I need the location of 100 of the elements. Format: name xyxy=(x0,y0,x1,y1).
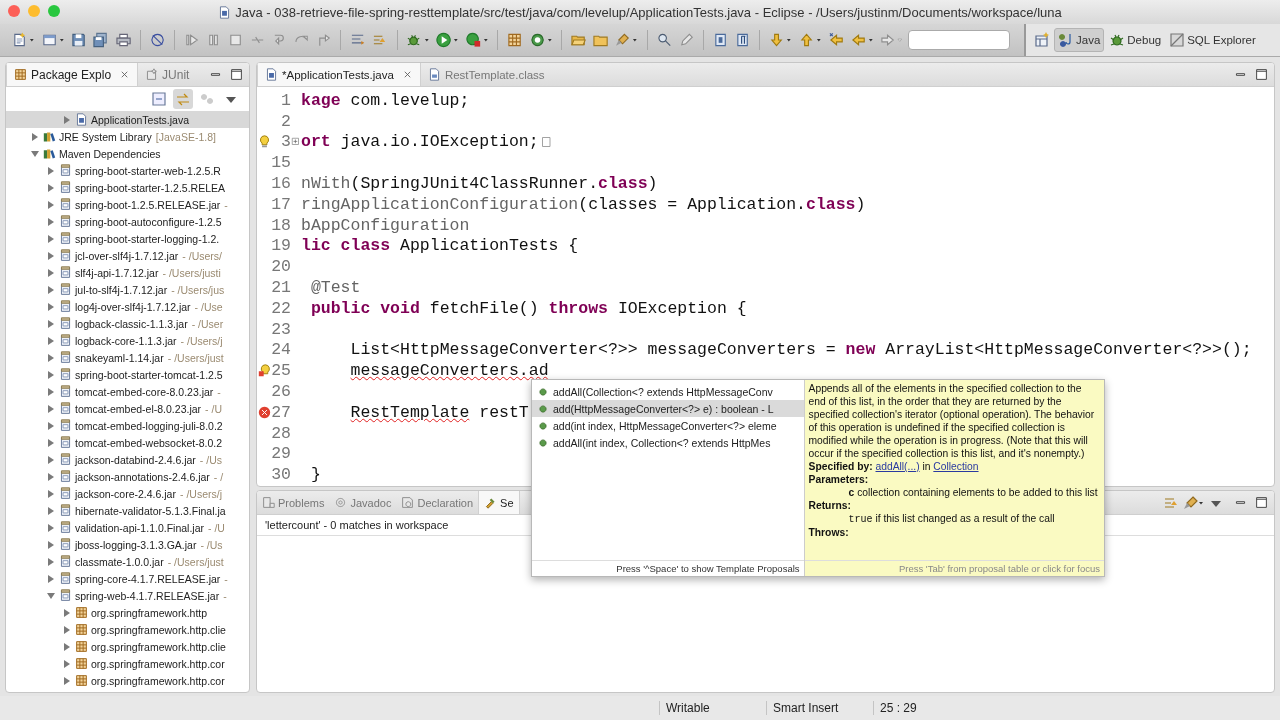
crossed-circle-icon[interactable] xyxy=(149,32,165,48)
perspective-button[interactable]: Debug xyxy=(1106,29,1165,51)
tree-item[interactable]: spring-boot-starter-web-1.2.5.R xyxy=(6,162,249,179)
printer-icon[interactable] xyxy=(115,32,131,48)
save-all-icon[interactable] xyxy=(93,32,109,48)
tree-arrow-icon[interactable] xyxy=(47,200,55,209)
tree-arrow-icon[interactable] xyxy=(47,404,55,413)
tree-arrow-icon[interactable] xyxy=(47,166,55,175)
view-tab[interactable]: Javadoc xyxy=(329,491,397,514)
new-file-icon[interactable] xyxy=(12,32,28,48)
editor-tab[interactable]: RestTemplate.class xyxy=(420,63,552,86)
error-lightbulb-icon[interactable] xyxy=(257,364,271,378)
search-field[interactable] xyxy=(908,30,1010,50)
tree-arrow-icon[interactable] xyxy=(47,319,55,328)
link-toggle[interactable] xyxy=(173,89,193,109)
proposal-item[interactable]: add(int index, HttpMessageConverter<?> eleme xyxy=(532,417,804,434)
tree-arrow-icon[interactable] xyxy=(47,234,55,243)
tree-item[interactable]: spring-boot-autoconfigure-1.2.5 xyxy=(6,213,249,230)
run-icon[interactable] xyxy=(436,32,452,48)
tree-item[interactable]: snakeyaml-1.14.jar - /Users/just xyxy=(6,349,249,366)
collapse-all-icon[interactable] xyxy=(151,91,167,107)
tree-arrow-icon[interactable] xyxy=(47,268,55,277)
tree-arrow-icon[interactable] xyxy=(63,642,71,651)
save-icon[interactable] xyxy=(71,32,87,48)
tree-arrow-icon[interactable] xyxy=(47,540,55,549)
doc-link[interactable]: addAll(...) xyxy=(875,461,920,472)
tree-item[interactable]: classmate-1.0.0.jar - /Users/just xyxy=(6,553,249,570)
back-arrow-icon[interactable] xyxy=(850,32,866,48)
tree-item[interactable]: hibernate-validator-5.1.3.Final.ja xyxy=(6,502,249,519)
tree-arrow-icon[interactable] xyxy=(47,421,55,430)
tree-item[interactable]: validation-api-1.1.0.Final.jar - /U xyxy=(6,519,249,536)
tree-item[interactable]: org.springframework.http.clie xyxy=(6,638,249,655)
tree-item[interactable]: jboss-logging-3.1.3.GA.jar - /Us xyxy=(6,536,249,553)
tree-item[interactable]: org.springframework.http.clie xyxy=(6,621,249,638)
perspective-button[interactable]: SQL Explorer xyxy=(1166,29,1259,51)
tree-item[interactable]: logback-classic-1.1.3.jar - /User xyxy=(6,315,249,332)
tree-arrow-icon[interactable] xyxy=(47,251,55,260)
window-icon[interactable] xyxy=(41,32,57,48)
tree-item[interactable]: JRE System Library [JavaSE-1.8] xyxy=(6,128,249,145)
tree-arrow-icon[interactable] xyxy=(47,387,55,396)
proposal-item[interactable]: add(HttpMessageConverter<?> e) : boolean - L xyxy=(532,400,804,417)
tree-item[interactable]: tomcat-embed-logging-juli-8.0.2 xyxy=(6,417,249,434)
tree-arrow-icon[interactable] xyxy=(47,557,55,566)
back-arrow-icon[interactable] xyxy=(828,32,844,48)
tree-item[interactable]: slf4j-api-1.7.12.jar - /Users/justi xyxy=(6,264,249,281)
close-button[interactable] xyxy=(8,5,20,17)
bug-icon[interactable] xyxy=(406,32,422,48)
tree-item[interactable]: org.springframework.http xyxy=(6,604,249,621)
view-tab[interactable]: JUnit xyxy=(138,63,197,86)
tree-item[interactable]: spring-boot-1.2.5.RELEASE.jar - xyxy=(6,196,249,213)
tree-arrow-icon[interactable] xyxy=(47,455,55,464)
open-perspective-icon[interactable] xyxy=(1034,32,1050,48)
tree-arrow-icon[interactable] xyxy=(47,302,55,311)
proposal-item[interactable]: addAll(Collection<? extends HttpMessageConv xyxy=(532,383,804,400)
tree-item[interactable]: spring-boot-starter-1.2.5.RELEA xyxy=(6,179,249,196)
tree-arrow-icon[interactable] xyxy=(47,489,55,498)
tree-item[interactable]: spring-core-4.1.7.RELEASE.jar - xyxy=(6,570,249,587)
proposal-item[interactable]: addAll(int index, Collection<? extends HttpMes xyxy=(532,434,804,451)
lightbulb-icon[interactable] xyxy=(257,135,271,149)
tree-item[interactable]: tomcat-embed-core-8.0.23.jar - xyxy=(6,383,249,400)
tree-arrow-icon[interactable] xyxy=(31,149,39,158)
tree-arrow-icon[interactable] xyxy=(47,353,55,362)
tree-item[interactable]: spring-boot-starter-logging-1.2. xyxy=(6,230,249,247)
search-icon[interactable] xyxy=(656,32,672,48)
tree-item[interactable]: jul-to-slf4j-1.7.12.jar - /Users/jus xyxy=(6,281,249,298)
tree-arrow-icon[interactable] xyxy=(47,285,55,294)
tree-arrow-icon[interactable] xyxy=(47,591,55,600)
tree-arrow-icon[interactable] xyxy=(63,659,71,668)
tree-item[interactable]: org.springframework.http.cor xyxy=(6,655,249,672)
tree-item[interactable]: ApplicationTests.java xyxy=(6,111,249,128)
tree-arrow-icon[interactable] xyxy=(63,625,71,634)
tree-item[interactable]: jcl-over-slf4j-1.7.12.jar - /Users/ xyxy=(6,247,249,264)
doc-link[interactable]: Collection xyxy=(933,461,979,472)
perspective-button[interactable]: Java xyxy=(1054,28,1105,52)
tree-arrow-icon[interactable] xyxy=(63,608,71,617)
tree-item[interactable]: log4j-over-slf4j-1.7.12.jar - /Use xyxy=(6,298,249,315)
tree-item[interactable]: org.springframework.http.cor xyxy=(6,672,249,689)
tree-item[interactable]: jackson-annotations-2.4.6.jar - / xyxy=(6,468,249,485)
tree-arrow-icon[interactable] xyxy=(47,438,55,447)
view-tab[interactable]: Declaration xyxy=(396,491,479,514)
block-icon[interactable] xyxy=(713,32,729,48)
package-icon[interactable] xyxy=(507,32,523,48)
folded-block-icon[interactable] xyxy=(540,134,553,150)
expand-fold-icon[interactable] xyxy=(291,137,301,147)
tree-item[interactable]: tomcat-embed-websocket-8.0.2 xyxy=(6,434,249,451)
view-tab[interactable]: Problems xyxy=(257,491,330,514)
tree-item[interactable]: jackson-core-2.4.6.jar - /Users/j xyxy=(6,485,249,502)
tree-item[interactable]: logback-core-1.1.3.jar - /Users/j xyxy=(6,332,249,349)
brush-icon[interactable] xyxy=(615,32,631,48)
tree-arrow-icon[interactable] xyxy=(31,132,39,141)
tree-item[interactable]: jackson-databind-2.4.6.jar - /Us xyxy=(6,451,249,468)
tree-item[interactable]: Maven Dependencies xyxy=(6,145,249,162)
tree-arrow-icon[interactable] xyxy=(47,336,55,345)
tree-item[interactable]: tomcat-embed-el-8.0.23.jar - /U xyxy=(6,400,249,417)
brush-icon[interactable] xyxy=(1183,494,1199,511)
new-class-icon[interactable] xyxy=(529,32,545,48)
error-icon[interactable] xyxy=(257,405,271,419)
view-tab[interactable]: Package Explo xyxy=(6,63,139,86)
view-tab[interactable]: Se xyxy=(478,491,520,514)
tree-arrow-icon[interactable] xyxy=(47,217,55,226)
